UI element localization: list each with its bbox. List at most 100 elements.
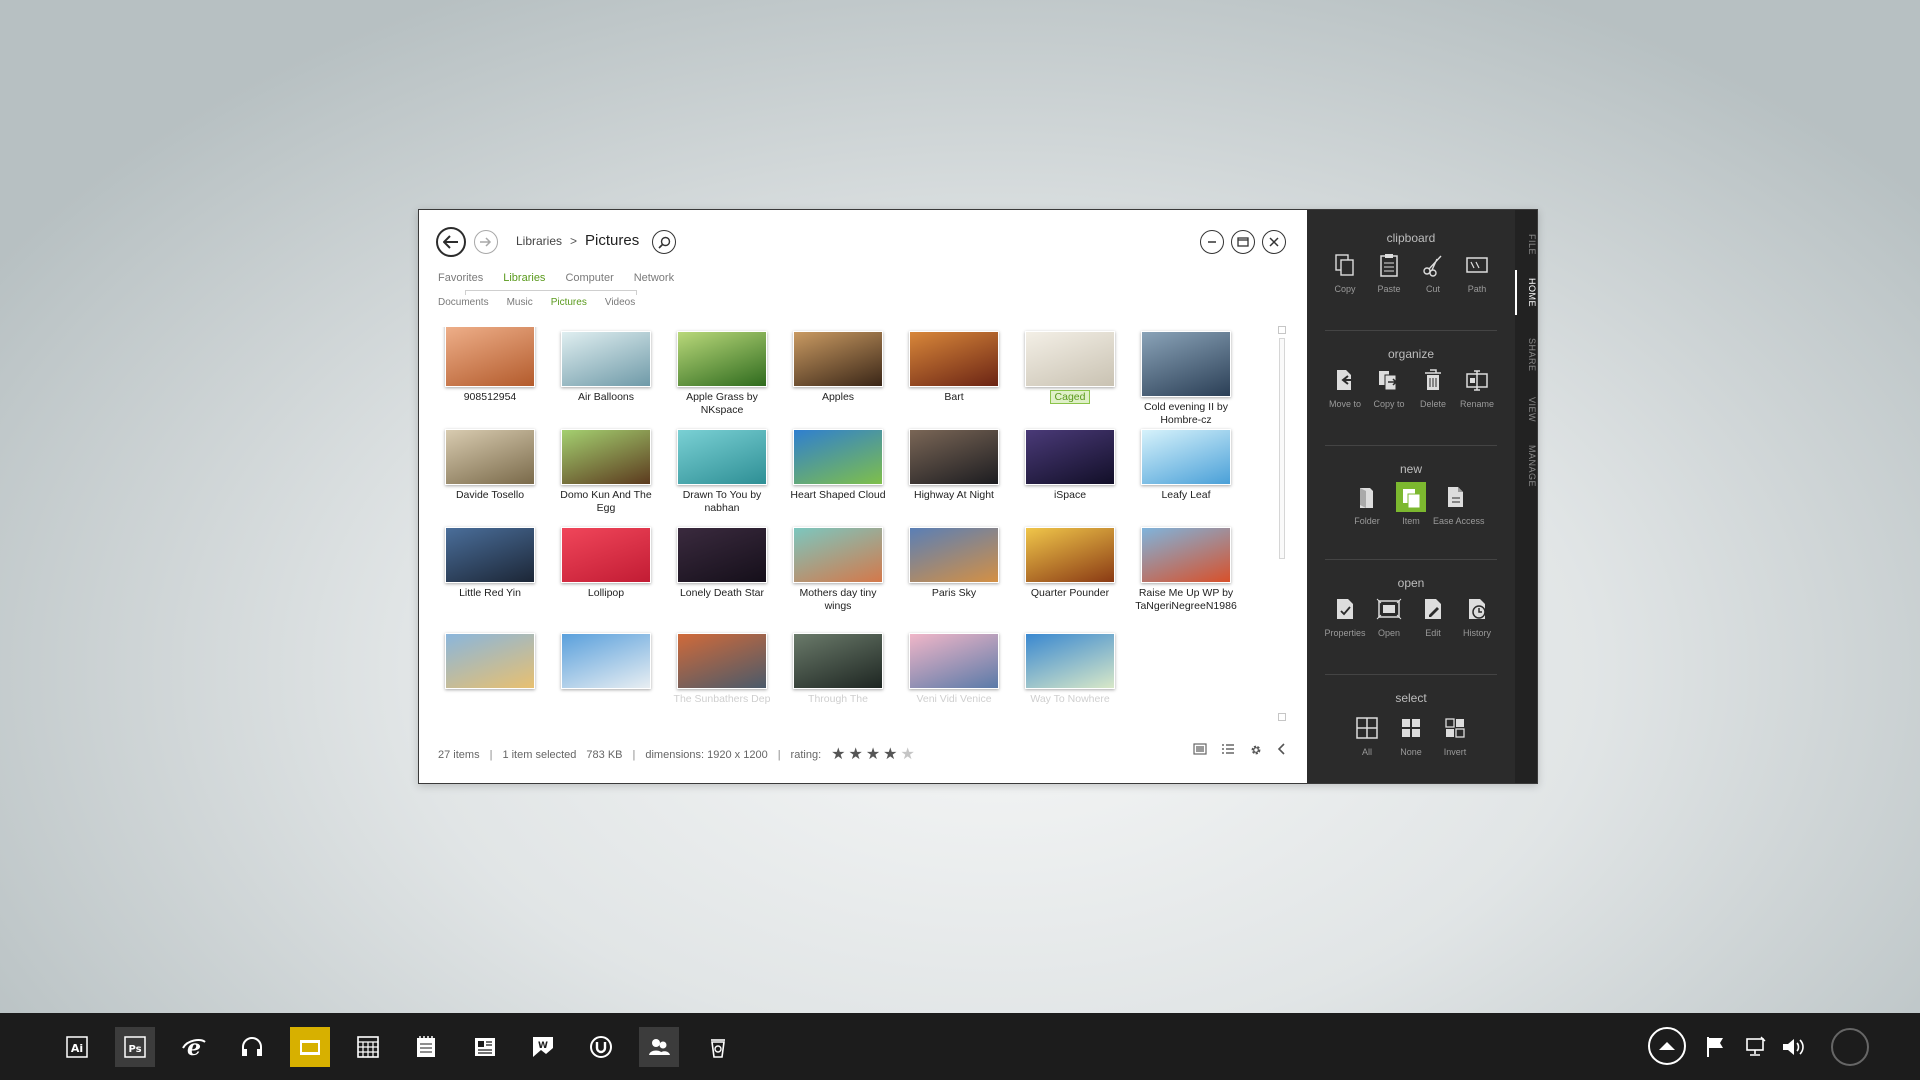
thumbnail-item[interactable]: The Sunbathers Dep — [667, 633, 777, 706]
subtab-videos[interactable]: Videos — [605, 297, 635, 308]
thumbnail-caption: Drawn To You by nabhan — [667, 489, 777, 515]
thumbnail-item[interactable]: Heart Shaped Cloud — [783, 429, 893, 502]
breadcrumb-current[interactable]: Pictures — [585, 232, 639, 249]
scroll-down-button[interactable] — [1278, 713, 1286, 721]
illustrator-icon[interactable]: Ai — [57, 1027, 97, 1067]
tab-computer[interactable]: Computer — [565, 272, 613, 284]
scroll-thumb[interactable] — [1279, 338, 1285, 559]
thumbnail-item[interactable]: Apples — [783, 331, 893, 404]
explorer-folder-icon[interactable] — [290, 1027, 330, 1067]
none-button[interactable]: None — [1389, 713, 1433, 757]
ribbon-tab-home[interactable]: HOME — [1515, 270, 1537, 315]
forward-button[interactable] — [474, 230, 498, 254]
wordpad-image-icon[interactable]: W — [523, 1027, 563, 1067]
thumbnail-view-icon[interactable] — [1193, 743, 1207, 755]
search-button[interactable] — [652, 230, 676, 254]
thumbnail-item[interactable]: Cold evening II by Hombre-cz — [1131, 331, 1241, 427]
maximize-button[interactable] — [1231, 230, 1255, 254]
thumbnail-item[interactable]: Raise Me Up WP by TaNgeriNegreeN1986 — [1131, 527, 1241, 613]
thumbnail-item[interactable] — [551, 633, 661, 693]
open-button[interactable]: Open — [1367, 594, 1411, 638]
thumbnail-item[interactable]: Domo Kun And The Egg — [551, 429, 661, 515]
thumbnail-item[interactable]: Way To Nowhere — [1015, 633, 1125, 706]
item-count: 27 items — [438, 749, 480, 761]
delete-button[interactable]: Delete — [1411, 365, 1455, 409]
all-button[interactable]: All — [1345, 713, 1389, 757]
properties-button[interactable]: Properties — [1323, 594, 1367, 638]
collapse-ribbon-icon[interactable] — [1277, 743, 1287, 755]
thumbnail-item[interactable]: Drawn To You by nabhan — [667, 429, 777, 515]
back-button[interactable] — [436, 227, 466, 257]
star-icon[interactable]: ★ — [866, 747, 880, 763]
thumbnail-item[interactable]: Veni Vidi Venice — [899, 633, 1009, 706]
thumbnail-item[interactable]: Davide Tosello — [435, 429, 545, 502]
show-hidden-icons-chevron-up-icon[interactable] — [1647, 1026, 1687, 1066]
scroll-up-button[interactable] — [1278, 326, 1286, 334]
tab-libraries[interactable]: Libraries — [503, 272, 545, 284]
ribbon-tab-file[interactable]: FILE — [1515, 234, 1537, 255]
people-icon[interactable] — [639, 1027, 679, 1067]
tab-favorites[interactable]: Favorites — [438, 272, 483, 284]
thumbnail-item[interactable]: Little Red Yin — [435, 527, 545, 600]
star-icon[interactable]: ★ — [848, 747, 862, 763]
photoshop-icon[interactable]: Ps — [115, 1027, 155, 1067]
calculator-icon[interactable] — [348, 1027, 388, 1067]
notepad-icon[interactable] — [406, 1027, 446, 1067]
history-button[interactable]: History — [1455, 594, 1499, 638]
vertical-scrollbar[interactable] — [1278, 326, 1286, 721]
details-view-icon[interactable] — [1221, 743, 1235, 755]
subtab-music[interactable]: Music — [507, 297, 533, 308]
thumbnail-item[interactable]: iSpace — [1015, 429, 1125, 502]
move-to-button[interactable]: Move to — [1323, 365, 1367, 409]
thumbnail-item[interactable]: Bart — [899, 331, 1009, 404]
volume-icon[interactable] — [1779, 1033, 1807, 1061]
rename-button[interactable]: Rename — [1455, 365, 1499, 409]
copy-to-button[interactable]: Copy to — [1367, 365, 1411, 409]
thumbnail-item[interactable]: 908512954 — [435, 327, 545, 404]
thumbnail-item[interactable]: Mothers day tiny wings — [783, 527, 893, 613]
network-icon[interactable] — [1743, 1033, 1771, 1061]
thumbnail-item[interactable] — [435, 633, 545, 693]
path-button[interactable]: Path — [1455, 250, 1499, 294]
thumbnail-item[interactable]: Air Balloons — [551, 331, 661, 404]
star-icon[interactable]: ★ — [831, 747, 845, 763]
breadcrumb-libraries[interactable]: Libraries — [516, 234, 562, 248]
close-button[interactable] — [1262, 230, 1286, 254]
subtab-documents[interactable]: Documents — [438, 297, 489, 308]
thumbnail-item[interactable]: Through The — [783, 633, 893, 706]
thumbnail-item[interactable]: Caged — [1015, 331, 1125, 404]
minimize-button[interactable] — [1200, 230, 1224, 254]
thumbnail-item[interactable]: Highway At Night — [899, 429, 1009, 502]
subtab-pictures[interactable]: Pictures — [551, 297, 587, 308]
ease-access-button[interactable]: Ease Access — [1433, 482, 1485, 526]
ribbon-tab-share[interactable]: SHARE — [1515, 338, 1537, 372]
ribbon-tab-manage[interactable]: MANAGE — [1515, 445, 1537, 487]
thumbnail-item[interactable]: Lonely Death Star — [667, 527, 777, 600]
copy-button[interactable]: Copy — [1323, 250, 1367, 294]
internet-explorer-icon[interactable]: e — [174, 1027, 214, 1067]
tab-network[interactable]: Network — [634, 272, 674, 284]
item-button[interactable]: Item — [1389, 482, 1433, 526]
thumbnail-item[interactable]: Apple Grass by NKspace — [667, 331, 777, 417]
contacts-card-icon[interactable] — [465, 1027, 505, 1067]
star-icon[interactable]: ★ — [883, 747, 897, 763]
ribbon-tab-view[interactable]: VIEW — [1515, 397, 1537, 422]
new-item-icon — [1396, 482, 1426, 512]
star-icon[interactable]: ★ — [901, 747, 915, 763]
recycle-bin-icon[interactable] — [698, 1027, 738, 1067]
headphones-icon[interactable] — [232, 1027, 272, 1067]
rating-stars[interactable]: ★ ★ ★ ★ ★ — [831, 747, 915, 763]
thumbnail-item[interactable]: Lollipop — [551, 527, 661, 600]
edit-button[interactable]: Edit — [1411, 594, 1455, 638]
cut-button[interactable]: Cut — [1411, 250, 1455, 294]
utorrent-icon[interactable] — [581, 1027, 621, 1067]
action-center-flag-icon[interactable] — [1701, 1033, 1729, 1061]
paste-button[interactable]: Paste — [1367, 250, 1411, 294]
thumbnail-item[interactable]: Paris Sky — [899, 527, 1009, 600]
folder-button[interactable]: Folder — [1345, 482, 1389, 526]
thumbnail-item[interactable]: Leafy Leaf — [1131, 429, 1241, 502]
user-account-circle-icon[interactable] — [1830, 1027, 1870, 1067]
thumbnail-item[interactable]: Quarter Pounder — [1015, 527, 1125, 600]
invert-button[interactable]: Invert — [1433, 713, 1477, 757]
settings-gear-icon[interactable] — [1249, 743, 1263, 757]
